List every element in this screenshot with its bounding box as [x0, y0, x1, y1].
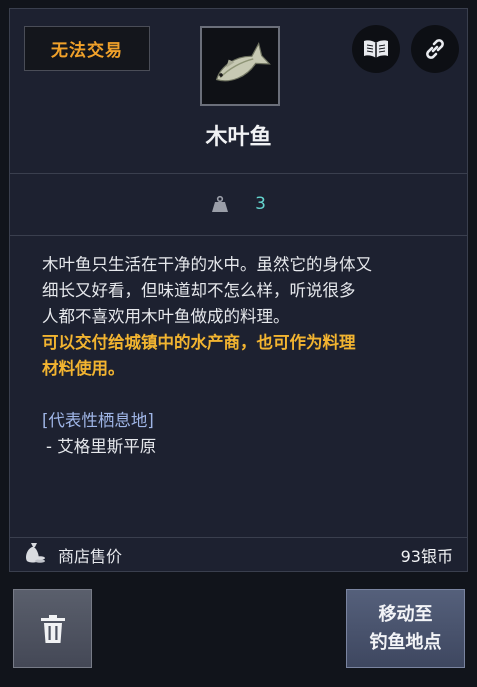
weight-icon: [212, 195, 229, 212]
weight-row: 3: [10, 173, 467, 235]
divider: [10, 235, 467, 236]
delete-button[interactable]: [13, 589, 92, 668]
shop-price-value: 93银币: [400, 547, 453, 566]
move-button-label-line2: 钓鱼地点: [369, 631, 442, 653]
encyclopedia-button[interactable]: [352, 25, 400, 73]
description-highlight-line: 材料使用。: [42, 359, 125, 378]
description-highlight-line: 可以交付给城镇中的水产商，也可作为料理: [42, 333, 356, 352]
item-header: 无法交易 木叶鱼: [10, 9, 467, 173]
weight-value: 3: [255, 194, 266, 214]
habitat-item: - 艾格里斯平原: [46, 437, 157, 456]
description-line: 木叶鱼只生活在干净的水中。虽然它的身体又: [42, 255, 372, 274]
description-line: 细长又好看，但味道却不怎么样，听说很多: [42, 281, 356, 300]
description-line: 人都不喜欢用木叶鱼做成的料理。: [42, 307, 290, 326]
move-to-fishing-spot-button[interactable]: 移动至 钓鱼地点: [346, 589, 465, 668]
fish-icon: [215, 41, 271, 82]
item-name: 木叶鱼: [205, 125, 272, 150]
item-tooltip-panel: 无法交易 木叶鱼 3 木叶鱼只生活在干净的水中。虽然它的身体又 细长又好看，但味…: [9, 8, 468, 572]
shop-price-label: 商店售价: [58, 547, 123, 566]
trash-icon: [40, 614, 65, 643]
money-bag-icon: [26, 543, 45, 563]
item-description: 木叶鱼只生活在干净的水中。虽然它的身体又 细长又好看，但味道却不怎么样，听说很多…: [42, 252, 452, 460]
shop-price-row: 商店售价 93银币: [10, 537, 467, 571]
item-icon-frame: [200, 26, 280, 106]
trade-status-badge: 无法交易: [24, 26, 150, 71]
share-link-button[interactable]: [411, 25, 459, 73]
book-icon: [364, 40, 388, 58]
link-icon: [426, 39, 444, 59]
move-button-label-line1: 移动至: [378, 603, 433, 625]
habitat-title: [代表性栖息地]: [42, 411, 154, 430]
